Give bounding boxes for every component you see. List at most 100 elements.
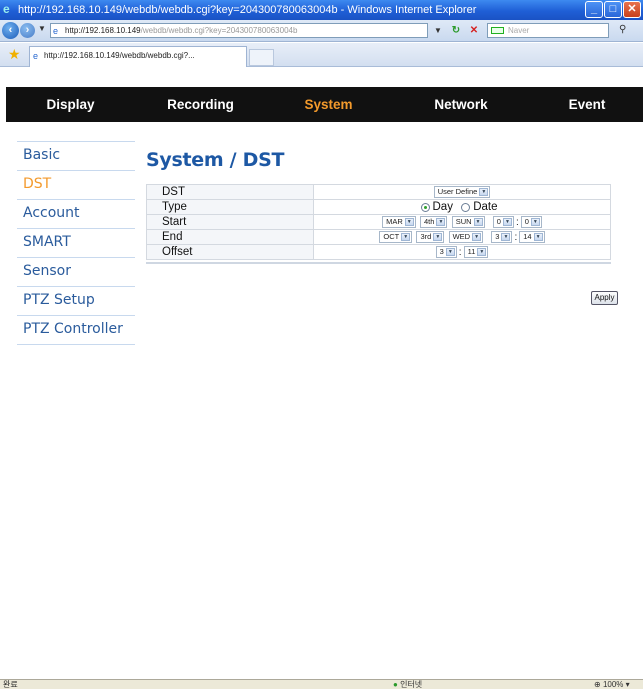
chevron-down-icon: ▼ [477, 248, 487, 256]
type-date-label: Date [473, 201, 498, 213]
browser-window: e http://192.168.10.149/webdb/webdb.cgi?… [0, 0, 643, 689]
end-hour-select[interactable]: 3 ▼ [491, 231, 513, 243]
dst-label: DST [146, 184, 314, 200]
new-tab-button[interactable] [249, 49, 274, 66]
chevron-down-icon: ▼ [530, 218, 540, 226]
tab-page-icon: e [33, 51, 39, 61]
search-icon[interactable]: ⚲ [619, 24, 626, 35]
offset-hour-value: 3 [439, 247, 444, 256]
main-content: System / DST DST User Define ▼ Type Day D… [146, 146, 618, 305]
dst-mode-value: User Define [437, 187, 478, 196]
refresh-icon[interactable]: ↻ [449, 24, 463, 37]
nav-network[interactable]: Network [391, 87, 531, 122]
history-dropdown-icon[interactable]: ▼ [38, 24, 46, 33]
content-divider [146, 262, 611, 264]
search-input[interactable]: Naver [487, 23, 609, 38]
status-text: 완료 [3, 680, 18, 689]
row-dst: DST User Define ▼ [146, 184, 611, 200]
start-month-select[interactable]: MAR ▼ [382, 216, 416, 228]
address-bar: ‹ › ▼ e http://192.168.10.149/webdb/webdb… [0, 20, 643, 42]
dst-mode-select[interactable]: User Define ▼ [433, 186, 491, 198]
title-bar: e http://192.168.10.149/webdb/webdb.cgi?… [0, 0, 643, 20]
offset-hour-select[interactable]: 3 ▼ [435, 246, 457, 258]
chevron-down-icon: ▼ [533, 233, 543, 241]
chevron-down-icon: ▼ [479, 188, 489, 196]
nav-display[interactable]: Display [6, 87, 135, 122]
chevron-down-icon: ▼ [501, 233, 511, 241]
start-week-value: 4th [424, 217, 435, 226]
end-month-select[interactable]: OCT ▼ [379, 231, 413, 243]
web-page: Display Recording System Network Event B… [0, 68, 643, 679]
maximize-button[interactable]: □ [604, 1, 622, 18]
offset-colon: : [458, 246, 462, 258]
offset-minute-select[interactable]: 11 ▼ [463, 246, 489, 258]
end-week-select[interactable]: 3rd ▼ [416, 231, 445, 243]
row-type: Type Day Date [146, 199, 611, 215]
type-day-radio[interactable] [420, 202, 430, 212]
url-host: http://192.168.10.149 [65, 26, 141, 35]
sidebar-item-smart[interactable]: SMART [17, 229, 135, 258]
end-month-value: OCT [383, 232, 400, 241]
stop-icon[interactable]: ✕ [467, 24, 481, 37]
end-week-value: 3rd [420, 232, 432, 241]
sidebar-item-basic[interactable]: Basic [17, 142, 135, 171]
url-dropdown-icon[interactable]: ▼ [431, 24, 445, 37]
back-button[interactable]: ‹ [2, 22, 19, 39]
window-title: http://192.168.10.149/webdb/webdb.cgi?ke… [18, 4, 477, 16]
end-minute-value: 14 [523, 232, 532, 241]
sidebar-item-sensor[interactable]: Sensor [17, 258, 135, 287]
minimize-button[interactable]: _ [585, 1, 603, 18]
zoom-control[interactable]: ⊕ 100% ▾ [594, 680, 630, 689]
nav-recording[interactable]: Recording [135, 87, 266, 122]
sidebar-item-ptz-setup[interactable]: PTZ Setup [17, 287, 135, 316]
end-day-value: WED [452, 232, 471, 241]
sidebar-item-account[interactable]: Account [17, 200, 135, 229]
zone-label: 인터넷 [400, 680, 423, 689]
start-month-value: MAR [386, 217, 403, 226]
address-actions: ▼ ↻ ✕ [431, 24, 481, 37]
url-input[interactable]: e http://192.168.10.149/webdb/webdb.cgi?k… [50, 23, 428, 38]
start-minute-value: 0 [524, 217, 529, 226]
nav-event[interactable]: Event [531, 87, 643, 122]
favorites-star-icon[interactable]: ★ [8, 46, 21, 63]
start-minute-select[interactable]: 0 ▼ [520, 216, 542, 228]
type-date-radio[interactable] [461, 202, 471, 212]
status-bar: 완료 ● 인터넷 ⊕ 100% ▾ [0, 679, 643, 689]
row-end: End OCT ▼ 3rd ▼ WED ▼ 3 ▼:14 ▼ [146, 229, 611, 245]
forward-button[interactable]: › [20, 23, 35, 38]
apply-button[interactable]: Apply [591, 291, 618, 305]
row-start: Start MAR ▼ 4th ▼ SUN ▼ 0 ▼:0 ▼ [146, 214, 611, 230]
chevron-down-icon: ▼ [502, 218, 512, 226]
start-hour-value: 0 [496, 217, 501, 226]
chevron-down-icon: ▼ [473, 218, 483, 226]
start-hour-select[interactable]: 0 ▼ [492, 216, 514, 228]
end-value-cell: OCT ▼ 3rd ▼ WED ▼ 3 ▼:14 ▼ [313, 229, 611, 245]
zoom-level: 100% [602, 680, 624, 689]
browser-tab[interactable]: e http://192.168.10.149/webdb/webdb.cgi?… [29, 46, 247, 67]
chevron-down-icon: ▼ [404, 218, 414, 226]
sidebar-item-dst[interactable]: DST [17, 171, 135, 200]
chevron-down-icon: ▼ [445, 248, 455, 256]
start-day-value: SUN [455, 217, 472, 226]
security-zone: ● 인터넷 [393, 680, 422, 689]
row-offset: Offset 3 ▼:11 ▼ [146, 244, 611, 260]
end-minute-select[interactable]: 14 ▼ [519, 231, 545, 243]
close-button[interactable]: ✕ [623, 1, 641, 18]
ie-logo-icon: e [3, 2, 10, 16]
end-day-select[interactable]: WED ▼ [448, 231, 484, 243]
sidebar-item-ptz-controller[interactable]: PTZ Controller [17, 316, 135, 345]
offset-minute-value: 11 [467, 247, 476, 256]
end-time-colon: : [514, 231, 518, 243]
chevron-down-icon: ▼ [401, 233, 411, 241]
start-value-cell: MAR ▼ 4th ▼ SUN ▼ 0 ▼:0 ▼ [313, 214, 611, 230]
offset-label: Offset [146, 244, 314, 260]
main-nav: Display Recording System Network Event [6, 87, 643, 122]
start-label: Start [146, 214, 314, 230]
nav-system[interactable]: System [266, 87, 391, 122]
offset-value-cell: 3 ▼:11 ▼ [313, 244, 611, 260]
page-icon: e [53, 26, 59, 36]
end-label: End [146, 229, 314, 245]
naver-logo-icon [491, 27, 504, 34]
start-week-select[interactable]: 4th ▼ [420, 216, 448, 228]
start-day-select[interactable]: SUN ▼ [451, 216, 485, 228]
